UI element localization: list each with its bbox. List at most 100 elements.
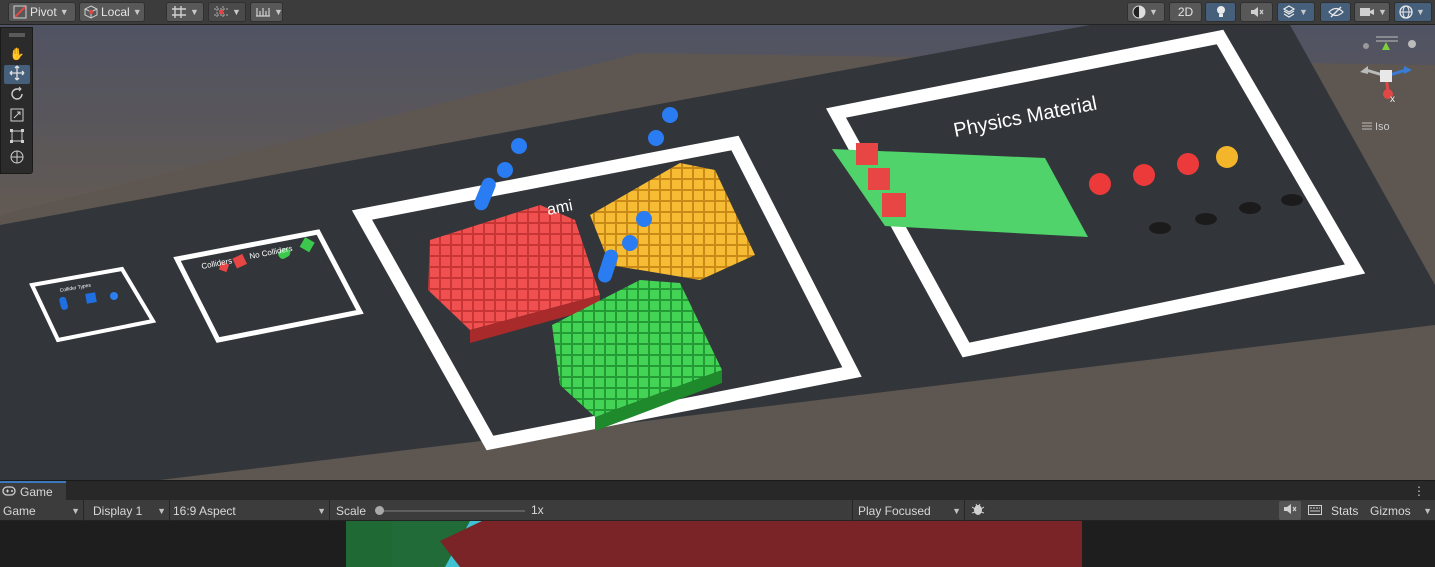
play-mode-dropdown[interactable]: Play Focused ▼ (855, 500, 965, 521)
gizmos-label: Gizmos (1370, 503, 1411, 518)
game-mode-label: Game (3, 503, 36, 518)
effects-icon (1282, 5, 1296, 19)
blue-sphere-3 (662, 107, 678, 123)
lighting-icon (1215, 5, 1227, 19)
more-options-icon[interactable]: ⋮ (1413, 484, 1425, 498)
rotate-icon (9, 86, 25, 105)
shading-mode-dropdown[interactable]: ▼ (1127, 2, 1165, 22)
ruler-button[interactable]: ▼ (250, 2, 283, 22)
mute-audio-toggle[interactable] (1279, 501, 1301, 520)
toggle-2d-button[interactable]: 2D (1169, 2, 1202, 22)
blue-sphere-4 (648, 130, 664, 146)
increment-snap-icon (213, 5, 229, 19)
chevron-down-icon: ▼ (232, 7, 241, 17)
red-sphere-1 (1089, 173, 1111, 195)
blue-cube-small (85, 292, 97, 304)
camera-dropdown[interactable]: ▼ (1354, 2, 1390, 22)
projection-toggle[interactable]: Iso (1362, 121, 1390, 133)
pivot-dropdown[interactable]: Pivot ▼ (8, 2, 76, 22)
pivot-label: Pivot (30, 5, 57, 19)
game-toolbar: Game ▼ Display 1 ▼ 16:9 Aspect ▼ Scale 1… (0, 500, 1435, 521)
tool-palette: ✋ (0, 27, 33, 174)
audio-toggle[interactable] (1240, 2, 1273, 22)
camera-icon (1359, 6, 1375, 18)
red-sphere-2 (1133, 164, 1155, 186)
shading-mode-icon (1132, 5, 1146, 19)
blue-sphere-5 (636, 211, 652, 227)
grid-snap-button[interactable]: ▼ (166, 2, 204, 22)
chevron-down-icon: ▼ (317, 505, 326, 516)
gamepad-icon (2, 485, 16, 499)
gizmos-dropdown[interactable]: ▼ (1394, 2, 1432, 22)
scale-tool-button[interactable] (4, 107, 30, 126)
local-icon (84, 5, 98, 19)
game-view[interactable] (0, 521, 1435, 567)
ramp-cube-1 (856, 143, 878, 165)
scene-view[interactable]: Physics Material ami Collider Types Coll… (0, 25, 1435, 480)
aspect-label: 16:9 Aspect (173, 503, 236, 518)
chevron-down-icon: ▼ (59, 7, 69, 17)
chevron-down-icon: ▼ (132, 7, 142, 17)
game-render (346, 521, 1082, 567)
chevron-down-icon: ▼ (71, 505, 80, 516)
toggle-2d-label: 2D (1177, 5, 1194, 19)
transform-tool-button[interactable] (4, 149, 30, 168)
audio-icon (1250, 6, 1264, 18)
audio-icon (1283, 503, 1297, 518)
stats-label: Stats (1331, 503, 1359, 518)
lighting-toggle[interactable] (1205, 2, 1236, 22)
ramp-cube-2 (868, 168, 890, 190)
rect-icon (9, 128, 25, 147)
scale-slider-track[interactable] (377, 510, 525, 512)
rotate-tool-button[interactable] (4, 86, 30, 105)
local-dropdown[interactable]: Local ▼ (79, 2, 145, 22)
tab-game-label: Game (20, 485, 53, 499)
transform-icon (9, 149, 25, 168)
aspect-dropdown[interactable]: 16:9 Aspect ▼ (170, 500, 330, 521)
projection-icon (1362, 121, 1372, 133)
scale-value: 1x (531, 503, 544, 517)
tab-game[interactable]: Game (0, 481, 66, 501)
display-dropdown[interactable]: Display 1 ▼ (90, 500, 170, 521)
scene-toolbar: Pivot ▼ Local ▼ ▼ ▼ ▼ ▼ 2D ▼ ▼ ▼ (0, 0, 1435, 25)
chevron-down-icon: ▼ (1378, 7, 1387, 17)
scene-visibility-icon (1327, 6, 1344, 18)
effects-dropdown[interactable]: ▼ (1277, 2, 1315, 22)
keyboard-icon (1308, 504, 1322, 518)
chevron-down-icon: ▼ (157, 505, 166, 516)
ruler-icon (255, 6, 271, 18)
grid-snap-icon (171, 5, 187, 19)
scale-icon (9, 107, 25, 126)
scale-slider-thumb[interactable] (375, 506, 384, 515)
chevron-down-icon: ▼ (274, 7, 283, 17)
view-tool-button[interactable]: ✋ (4, 44, 30, 63)
chevron-down-icon: ▼ (952, 505, 961, 516)
axis-gizmo-icon (1360, 36, 1416, 99)
display-label: Display 1 (93, 503, 143, 518)
blue-sphere-2 (497, 162, 513, 178)
palette-handle[interactable] (4, 32, 30, 38)
stats-toggle[interactable]: Stats (1328, 500, 1366, 521)
game-mode-dropdown[interactable]: Game ▼ (0, 500, 84, 521)
blue-sphere-1 (511, 138, 527, 154)
frame-debugger-button[interactable] (967, 501, 989, 520)
chevron-down-icon: ▼ (1149, 7, 1158, 17)
chevron-down-icon: ▼ (1423, 505, 1432, 516)
scene-visibility-toggle[interactable] (1320, 2, 1351, 22)
local-label: Local (101, 5, 130, 19)
bug-icon (971, 502, 985, 519)
keyboard-shortcuts-toggle[interactable] (1304, 501, 1326, 520)
blue-sphere-6 (622, 235, 638, 251)
chevron-down-icon: ▼ (1416, 7, 1425, 17)
game-tab-bar: Game ⋮ (0, 480, 1435, 501)
move-tool-button[interactable] (4, 65, 30, 84)
gizmos-game-dropdown[interactable]: Gizmos ▼ (1367, 500, 1435, 521)
play-mode-label: Play Focused (858, 503, 931, 518)
rect-tool-button[interactable] (4, 128, 30, 147)
blue-sphere-small (110, 292, 118, 300)
hand-icon: ✋ (9, 46, 25, 61)
scale-label: Scale (336, 503, 367, 518)
increment-snap-button[interactable]: ▼ (208, 2, 246, 22)
chevron-down-icon: ▼ (190, 7, 199, 17)
projection-label: Iso (1375, 121, 1390, 133)
